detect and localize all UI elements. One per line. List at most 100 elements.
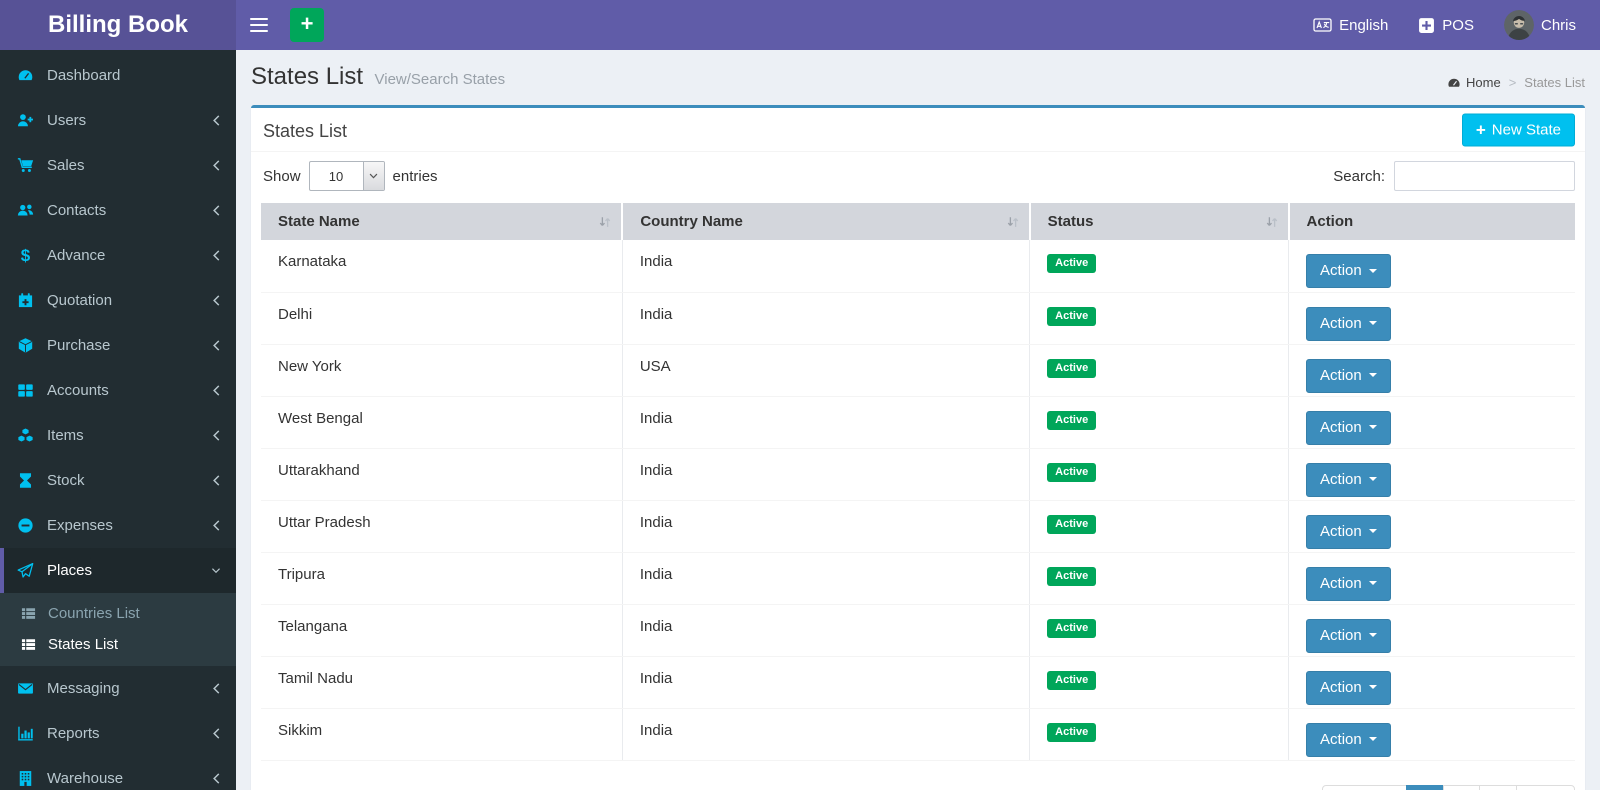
action-cell: Action [1288, 240, 1575, 293]
chevron-left-icon [211, 772, 221, 785]
breadcrumb: Home > States List [1447, 75, 1585, 90]
plus-icon: + [1475, 120, 1486, 139]
country-name-cell: India [621, 448, 1030, 501]
pos-button[interactable]: POS [1418, 17, 1474, 34]
entries-select[interactable]: 10 [308, 161, 385, 191]
status-badge: Active [1047, 618, 1097, 638]
sidebar-item-contacts[interactable]: Contacts [0, 188, 236, 233]
action-button-label: Action [1320, 418, 1362, 436]
pagination-button-next[interactable]: Next [1516, 784, 1575, 790]
chevron-left-icon [211, 727, 221, 740]
table-row: Karnataka India Active Action [261, 240, 1575, 293]
action-button[interactable]: Action [1306, 410, 1391, 445]
sidebar-item-quotation[interactable]: Quotation [0, 278, 236, 323]
sidebar-item-stock[interactable]: Stock [0, 458, 236, 503]
table-row: Telangana India Active Action [261, 604, 1575, 657]
sidebar-item-dashboard[interactable]: Dashboard [0, 53, 236, 98]
quick-add-button[interactable]: + [290, 8, 324, 42]
sidebar-item-reports[interactable]: Reports [0, 711, 236, 756]
language-menu[interactable]: English [1313, 17, 1388, 34]
sidebar-item-label: Purchase [47, 337, 111, 354]
language-icon [1313, 17, 1332, 33]
column-header-country-name[interactable]: Country Name [621, 203, 1030, 240]
pagination-button-1[interactable]: 1 [1405, 784, 1444, 790]
country-name-cell: USA [621, 344, 1030, 397]
action-button[interactable]: Action [1306, 722, 1391, 757]
status-cell: Active [1029, 396, 1289, 449]
action-cell: Action [1288, 552, 1575, 605]
sidebar-item-label: Sales [47, 157, 85, 174]
sidebar-item-sales[interactable]: Sales [0, 143, 236, 188]
breadcrumb-home-label: Home [1466, 75, 1501, 90]
sort-icon [1265, 214, 1279, 229]
pagination-button-previous[interactable]: Previous [1322, 784, 1407, 790]
action-button-label: Action [1320, 470, 1362, 488]
action-button[interactable]: Action [1306, 618, 1391, 653]
user-menu[interactable]: Chris [1503, 10, 1576, 40]
sidebar-item-messaging[interactable]: Messaging [0, 666, 236, 711]
sidebar-item-places[interactable]: Places [0, 548, 236, 593]
chevron-left-icon [211, 204, 221, 217]
action-button[interactable]: Action [1306, 358, 1391, 393]
sidebar-item-items[interactable]: Items [0, 413, 236, 458]
caret-down-icon [1368, 737, 1377, 741]
column-header-label: Action [1306, 213, 1354, 230]
new-state-button[interactable]: + New State [1461, 113, 1575, 146]
action-button[interactable]: Action [1306, 514, 1391, 549]
status-badge: Active [1047, 410, 1097, 430]
sidebar-item-advance[interactable]: $ Advance [0, 233, 236, 278]
action-button[interactable]: Action [1306, 306, 1391, 341]
status-badge: Active [1047, 306, 1097, 326]
plus-square-icon [1418, 17, 1435, 34]
caret-down-icon [1368, 321, 1377, 325]
action-button[interactable]: Action [1306, 670, 1391, 705]
caret-down-icon [1368, 685, 1377, 689]
state-name-cell: Sikkim [261, 708, 623, 761]
chevron-left-icon [211, 384, 221, 397]
action-cell: Action [1288, 344, 1575, 397]
breadcrumb-home-link[interactable]: Home [1447, 75, 1501, 90]
dashboard-icon [15, 67, 36, 84]
search-input[interactable] [1394, 161, 1575, 191]
table-toolbar: Show 10 entries Search: [251, 152, 1585, 203]
action-button[interactable]: Action [1306, 566, 1391, 601]
action-cell: Action [1288, 500, 1575, 553]
pos-label: POS [1442, 16, 1474, 34]
sidebar-item-users[interactable]: Users [0, 98, 236, 143]
breadcrumb-current: States List [1524, 75, 1585, 90]
column-header-state-name[interactable]: State Name [261, 203, 623, 240]
pagination-button-3[interactable]: 3 [1479, 784, 1518, 790]
action-button-label: Action [1320, 626, 1362, 644]
top-navbar: + English POS Chris [236, 0, 1600, 50]
sidebar-item-purchase[interactable]: Purchase [0, 323, 236, 368]
sidebar-item-accounts[interactable]: Accounts [0, 368, 236, 413]
entries-select-value: 10 [328, 168, 344, 184]
sidebar-subitem-states-list[interactable]: States List [0, 629, 236, 660]
panel-header: States List + New State [251, 108, 1585, 152]
sidebar-toggle-button[interactable] [236, 17, 282, 33]
status-cell: Active [1029, 656, 1289, 709]
caret-down-icon [1368, 268, 1377, 273]
sidebar-subitem-countries-list[interactable]: Countries List [0, 598, 236, 629]
sidebar-item-expenses[interactable]: Expenses [0, 503, 236, 548]
state-name-cell: West Bengal [261, 396, 623, 449]
column-header-label: State Name [278, 213, 360, 230]
navbar-right: English POS Chris [1313, 10, 1600, 40]
caret-down-icon [1368, 581, 1377, 585]
table-row: Tripura India Active Action [261, 552, 1575, 605]
sidebar-item-warehouse[interactable]: Warehouse [0, 756, 236, 790]
sidebar-item-label: Accounts [47, 382, 109, 399]
country-name-cell: India [621, 292, 1030, 345]
states-table-body: Karnataka India Active Action Delhi India Acti… [261, 240, 1575, 761]
app-logo[interactable]: Billing Book [0, 0, 236, 50]
action-button[interactable]: Action [1306, 462, 1391, 497]
chevron-left-icon [211, 294, 221, 307]
sidebar-item-label: Warehouse [47, 770, 124, 787]
pagination-button-2[interactable]: 2 [1442, 784, 1481, 790]
action-button[interactable]: Action [1306, 254, 1391, 288]
column-header-status[interactable]: Status [1028, 203, 1289, 240]
status-badge: Active [1047, 722, 1097, 742]
new-state-button-label: New State [1491, 121, 1561, 138]
user-name: Chris [1540, 16, 1576, 34]
country-name-cell: India [621, 240, 1030, 293]
